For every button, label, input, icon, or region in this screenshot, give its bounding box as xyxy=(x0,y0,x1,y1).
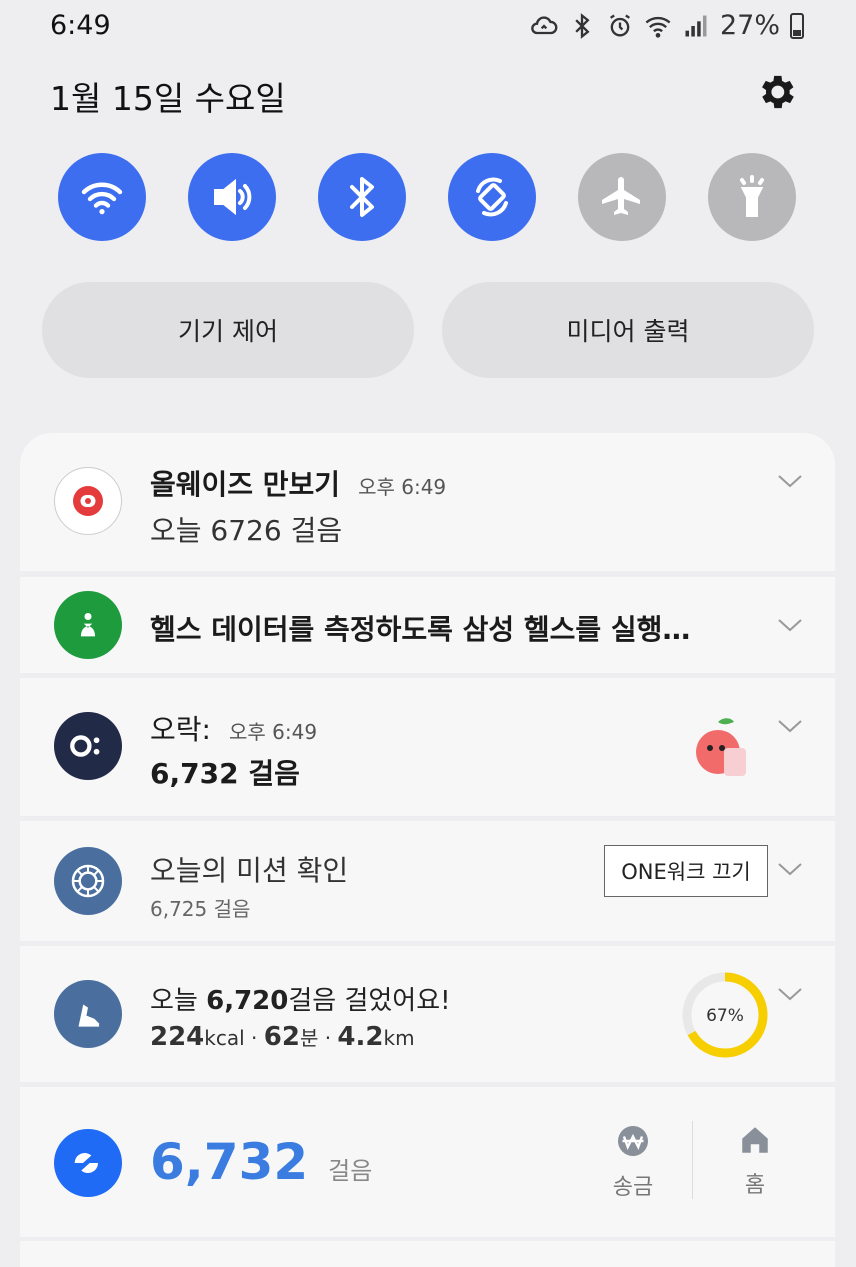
wifi-status-icon xyxy=(645,16,671,38)
always-app-icon xyxy=(54,467,122,535)
date-label: 1월 15일 수요일 xyxy=(50,79,286,118)
won-coin-icon xyxy=(618,1126,648,1156)
walk-suffix: 걸음 걸었어요! xyxy=(288,986,451,1016)
home-button[interactable]: 홈 xyxy=(730,1123,780,1199)
notification-app-name: 오락: xyxy=(150,713,211,746)
home-icon xyxy=(742,1127,768,1153)
notification-samsung-health[interactable]: 헬스 데이터를 측정하도록 삼성 헬스를 실행… xyxy=(20,577,835,673)
notification-toss[interactable]: 6,732 걸음 송금 홈 xyxy=(20,1087,835,1237)
chevron-down-icon[interactable] xyxy=(777,718,803,734)
gear-badge-icon xyxy=(71,864,105,898)
battery-icon xyxy=(790,12,804,39)
walk-separator: · xyxy=(324,1026,332,1050)
media-output-button[interactable]: 미디어 출력 xyxy=(442,282,814,378)
notification-text: 헬스 데이터를 측정하도록 삼성 헬스를 실행… xyxy=(150,613,691,646)
status-icons: 27% xyxy=(530,10,804,41)
wifi-toggle[interactable] xyxy=(58,153,146,241)
mission-title: 오늘의 미션 확인 xyxy=(150,854,349,887)
flashlight-toggle[interactable] xyxy=(708,153,796,241)
walk-minutes: 62 xyxy=(263,1022,300,1052)
walk-kcal: 224 xyxy=(150,1022,205,1052)
battery-percent: 27% xyxy=(719,10,780,41)
pedometer-logo-icon xyxy=(73,486,103,516)
onewalk-app-icon xyxy=(54,847,122,915)
toss-steps-unit: 걸음 xyxy=(328,1157,373,1185)
flashlight-icon xyxy=(740,175,764,217)
signal-icon xyxy=(685,15,707,36)
orak-logo-icon xyxy=(70,735,100,757)
walk-steps: 6,720 xyxy=(206,986,289,1016)
status-time: 6:49 xyxy=(50,10,111,41)
notification-app-name: 올웨이즈 만보기 xyxy=(150,468,341,501)
chevron-down-icon[interactable] xyxy=(777,986,803,1002)
send-money-button[interactable]: 송금 xyxy=(608,1123,658,1201)
divider xyxy=(692,1121,693,1199)
bluetooth-icon xyxy=(350,177,374,217)
walk-kcal-unit: kcal xyxy=(204,1026,245,1050)
toss-steps: 6,732 xyxy=(150,1133,309,1191)
notification-time: 오후 6:49 xyxy=(358,475,447,499)
cloud-sync-icon xyxy=(531,15,558,34)
samsung-health-icon xyxy=(54,591,122,659)
notification-walk-summary[interactable]: 오늘 6,720걸음 걸었어요! 224kcal · 62분 · 4.2km 6… xyxy=(20,946,835,1082)
progress-label: 67% xyxy=(706,1006,744,1026)
walk-km-unit: km xyxy=(383,1026,415,1050)
notification-orak[interactable]: 오락: 오후 6:49 6,732 걸음 xyxy=(20,678,835,816)
orak-app-icon xyxy=(54,712,122,780)
mission-steps: 6,725 걸음 xyxy=(150,897,251,921)
send-label: 송금 xyxy=(612,1175,654,1200)
gear-icon[interactable] xyxy=(754,70,798,114)
walk-app-icon xyxy=(54,980,122,1048)
bluetooth-toggle[interactable] xyxy=(318,153,406,241)
sound-toggle[interactable] xyxy=(188,153,276,241)
wifi-icon xyxy=(81,182,123,215)
speaker-icon xyxy=(214,178,252,216)
chevron-down-icon[interactable] xyxy=(777,861,803,877)
notification-always-pedometer[interactable]: 올웨이즈 만보기 오후 6:49 오늘 6726 걸음 xyxy=(20,433,835,571)
walk-prefix: 오늘 xyxy=(150,986,207,1016)
health-figure-icon xyxy=(80,612,96,637)
toss-app-icon xyxy=(54,1129,122,1197)
home-label: 홈 xyxy=(744,1173,766,1198)
airplane-toggle[interactable] xyxy=(578,153,666,241)
notification-steps: 6,732 걸음 xyxy=(150,757,300,790)
notification-partial[interactable] xyxy=(20,1241,835,1267)
walk-km: 4.2 xyxy=(337,1022,384,1052)
notification-text: 오늘 6726 걸음 xyxy=(150,514,343,547)
progress-ring: 67% xyxy=(682,972,768,1058)
peach-character-image xyxy=(696,718,746,776)
airplane-icon xyxy=(602,177,640,215)
chevron-down-icon[interactable] xyxy=(777,617,803,633)
chevron-down-icon[interactable] xyxy=(777,473,803,489)
alarm-icon xyxy=(610,14,630,36)
walk-separator: · xyxy=(251,1026,258,1050)
onewalk-off-button[interactable]: ONE워크 끄기 xyxy=(604,845,768,897)
rotate-icon xyxy=(476,177,508,217)
walk-minutes-unit: 분 xyxy=(299,1026,319,1050)
notification-mission[interactable]: 오늘의 미션 확인 6,725 걸음 ONE워크 끄기 xyxy=(20,821,835,941)
bluetooth-status-icon xyxy=(575,12,590,39)
device-control-button[interactable]: 기기 제어 xyxy=(42,282,414,378)
toss-logo-icon xyxy=(74,1152,99,1174)
shoe-icon xyxy=(78,1004,100,1027)
notification-time: 오후 6:49 xyxy=(228,720,318,744)
rotate-toggle[interactable] xyxy=(448,153,536,241)
